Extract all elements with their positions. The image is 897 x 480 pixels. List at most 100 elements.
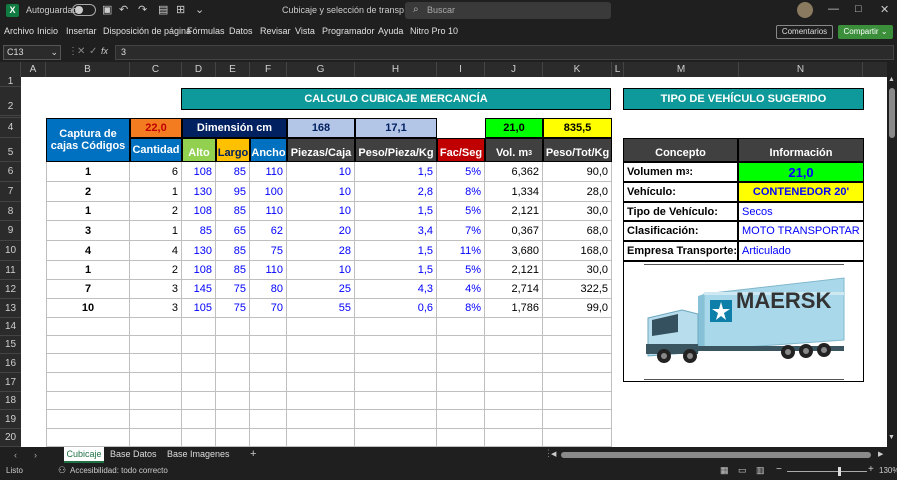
empty-cell[interactable] bbox=[355, 373, 437, 392]
cell-largo[interactable]: 85 bbox=[216, 202, 250, 221]
cell-vol[interactable]: 3,680 bbox=[485, 241, 543, 261]
tab-archivo[interactable]: Archivo bbox=[4, 26, 34, 36]
cell-cantidad[interactable]: 3 bbox=[130, 299, 182, 318]
cell-vol[interactable]: 6,362 bbox=[485, 162, 543, 182]
cell-ancho[interactable]: 100 bbox=[250, 182, 287, 202]
empty-cell[interactable] bbox=[46, 336, 130, 354]
row-header[interactable]: 1 bbox=[0, 77, 21, 87]
close-icon[interactable]: ✕ bbox=[880, 3, 889, 16]
horizontal-scroll-thumb[interactable] bbox=[561, 452, 871, 458]
tab-base-datos[interactable]: Base Datos bbox=[110, 449, 157, 459]
cell-alto[interactable]: 145 bbox=[182, 280, 216, 299]
document-title[interactable]: Cubicaje y selección de transp... bbox=[282, 5, 412, 15]
cell-piezas[interactable]: 28 bbox=[287, 241, 355, 261]
row-header[interactable]: 14 bbox=[0, 318, 21, 336]
tab-formulas[interactable]: Fórmulas bbox=[187, 26, 225, 36]
cell-peso-tot[interactable]: 90,0 bbox=[543, 162, 612, 182]
cell-vol[interactable]: 2,714 bbox=[485, 280, 543, 299]
empty-cell[interactable] bbox=[130, 318, 182, 336]
empty-cell[interactable] bbox=[543, 336, 612, 354]
tab-nitro[interactable]: Nitro Pro 10 bbox=[410, 26, 458, 36]
cell-codigo[interactable]: 1 bbox=[46, 162, 130, 182]
cell-codigo[interactable]: 3 bbox=[46, 221, 130, 241]
col-header[interactable]: C bbox=[130, 62, 182, 77]
cell-largo[interactable]: 85 bbox=[216, 241, 250, 261]
empty-cell[interactable] bbox=[287, 354, 355, 373]
cell-facseg[interactable]: 5% bbox=[437, 162, 485, 182]
page-layout-icon[interactable]: ▭ bbox=[738, 465, 747, 476]
select-all-corner[interactable] bbox=[0, 62, 21, 77]
name-box[interactable]: C13 ⌄ bbox=[3, 45, 61, 60]
tab-vista[interactable]: Vista bbox=[295, 26, 315, 36]
scroll-right-icon[interactable]: ▶ bbox=[878, 450, 883, 458]
empty-cell[interactable] bbox=[46, 373, 130, 392]
cell-codigo[interactable]: 1 bbox=[46, 261, 130, 280]
row-header[interactable]: 8 bbox=[0, 202, 21, 221]
accessibility-icon[interactable]: ⚇ bbox=[58, 465, 66, 476]
cell-cantidad[interactable]: 2 bbox=[130, 202, 182, 221]
empty-cell[interactable] bbox=[182, 354, 216, 373]
cell-vol[interactable]: 0,367 bbox=[485, 221, 543, 241]
vertical-scroll-thumb[interactable] bbox=[889, 88, 895, 138]
empty-cell[interactable] bbox=[355, 410, 437, 429]
col-header[interactable]: K bbox=[543, 62, 612, 77]
cell-ancho[interactable]: 62 bbox=[250, 221, 287, 241]
empty-cell[interactable] bbox=[182, 392, 216, 410]
empty-cell[interactable] bbox=[355, 392, 437, 410]
cell-alto[interactable]: 130 bbox=[182, 182, 216, 202]
cell-peso-tot[interactable]: 30,0 bbox=[543, 261, 612, 280]
empty-cell[interactable] bbox=[216, 354, 250, 373]
cell-peso-pieza[interactable]: 1,5 bbox=[355, 261, 437, 280]
row-header[interactable]: 16 bbox=[0, 354, 21, 373]
filter-icon[interactable]: ⊞ bbox=[176, 3, 185, 16]
empty-cell[interactable] bbox=[46, 318, 130, 336]
cell-alto[interactable]: 108 bbox=[182, 202, 216, 221]
empty-cell[interactable] bbox=[355, 336, 437, 354]
empty-cell[interactable] bbox=[485, 354, 543, 373]
empty-cell[interactable] bbox=[46, 354, 130, 373]
empty-cell[interactable] bbox=[216, 336, 250, 354]
row-header[interactable]: 2 bbox=[0, 87, 21, 116]
col-header[interactable]: L bbox=[612, 62, 624, 77]
empty-cell[interactable] bbox=[287, 410, 355, 429]
cell-peso-tot[interactable]: 28,0 bbox=[543, 182, 612, 202]
empty-cell[interactable] bbox=[182, 318, 216, 336]
cell-vol[interactable]: 1,334 bbox=[485, 182, 543, 202]
empty-cell[interactable] bbox=[437, 410, 485, 429]
empty-cell[interactable] bbox=[46, 410, 130, 429]
empty-cell[interactable] bbox=[543, 318, 612, 336]
empty-cell[interactable] bbox=[46, 429, 130, 447]
cell-peso-tot[interactable]: 322,5 bbox=[543, 280, 612, 299]
empty-cell[interactable] bbox=[287, 373, 355, 392]
add-sheet-icon[interactable]: + bbox=[250, 448, 256, 460]
cell-peso-pieza[interactable]: 3,4 bbox=[355, 221, 437, 241]
cell-ancho[interactable]: 75 bbox=[250, 241, 287, 261]
zoom-slider-thumb[interactable] bbox=[838, 467, 841, 476]
cell-cantidad[interactable]: 4 bbox=[130, 241, 182, 261]
zoom-out-icon[interactable]: − bbox=[776, 464, 782, 475]
cell-codigo[interactable]: 10 bbox=[46, 299, 130, 318]
empty-cell[interactable] bbox=[130, 410, 182, 429]
empty-cell[interactable] bbox=[485, 392, 543, 410]
cell-largo[interactable]: 95 bbox=[216, 182, 250, 202]
cell-largo[interactable]: 85 bbox=[216, 261, 250, 280]
cell-piezas[interactable]: 10 bbox=[287, 162, 355, 182]
tab-ayuda[interactable]: Ayuda bbox=[378, 26, 403, 36]
cell-peso-tot[interactable]: 68,0 bbox=[543, 221, 612, 241]
col-header[interactable]: D bbox=[182, 62, 216, 77]
cancel-entry-icon[interactable]: ✕ bbox=[77, 46, 85, 57]
empty-cell[interactable] bbox=[130, 373, 182, 392]
empty-cell[interactable] bbox=[437, 429, 485, 447]
cell-codigo[interactable]: 7 bbox=[46, 280, 130, 299]
row-header[interactable]: 13 bbox=[0, 299, 21, 318]
cell-alto[interactable]: 85 bbox=[182, 221, 216, 241]
cell-peso-tot[interactable]: 30,0 bbox=[543, 202, 612, 221]
cell-codigo[interactable]: 4 bbox=[46, 241, 130, 261]
customize-qat-icon[interactable]: ⌄ bbox=[195, 3, 204, 16]
cell-alto[interactable]: 108 bbox=[182, 162, 216, 182]
cell-ancho[interactable]: 110 bbox=[250, 162, 287, 182]
empty-cell[interactable] bbox=[46, 392, 130, 410]
cell-cantidad[interactable]: 3 bbox=[130, 280, 182, 299]
empty-cell[interactable] bbox=[485, 429, 543, 447]
search-box[interactable]: ⌕ Buscar bbox=[405, 2, 611, 19]
